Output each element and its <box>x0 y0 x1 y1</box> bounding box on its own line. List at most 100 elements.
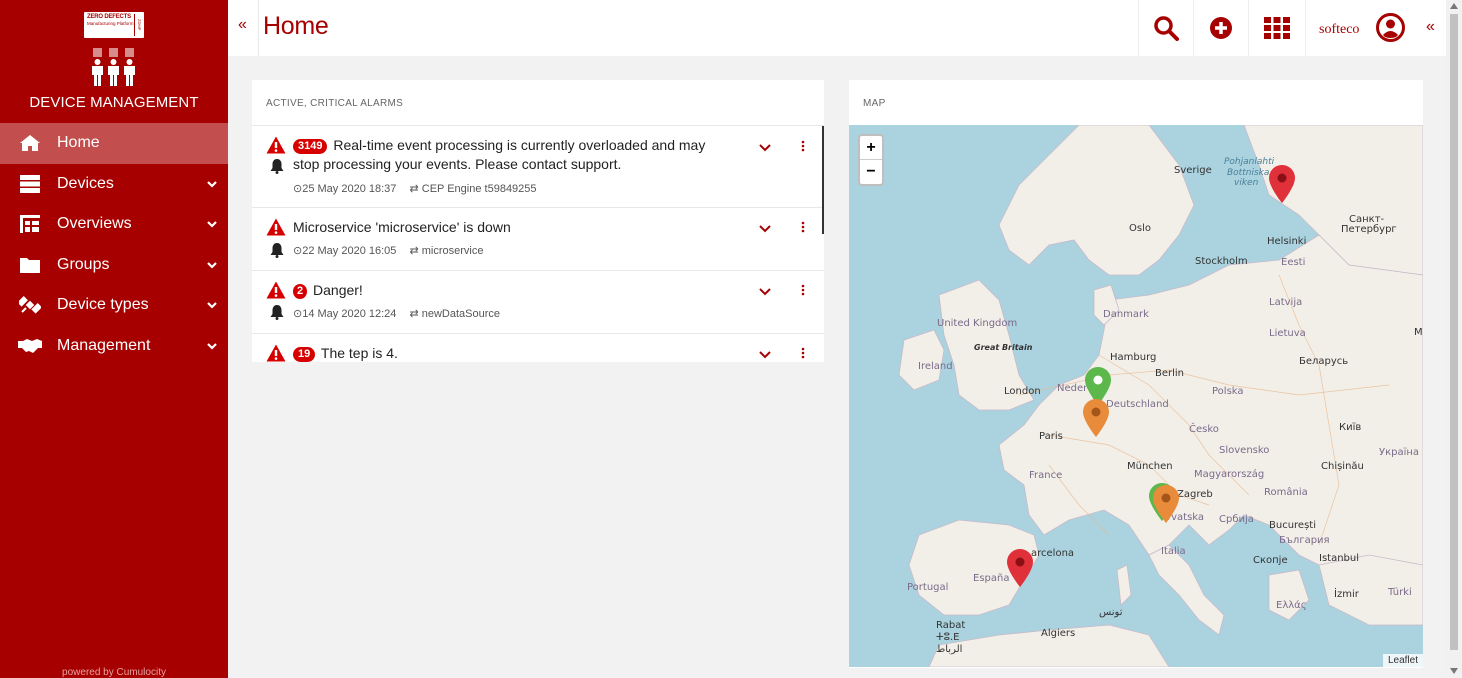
map-label-deutschland: Deutschland <box>1106 399 1169 410</box>
map-label-kyiv: Київ <box>1339 422 1362 433</box>
alarm-source[interactable]: microservice <box>422 245 484 257</box>
chevron-down-icon[interactable] <box>758 348 772 362</box>
powered-by-text: powered by Cumulocity <box>62 667 166 678</box>
more-vertical-icon[interactable] <box>801 140 805 152</box>
scrollbar-thumb[interactable] <box>1450 14 1458 650</box>
sidebar-item-label: Overviews <box>57 215 132 233</box>
sidebar-nav: Home Devices Overviews Groups Device typ… <box>0 123 228 366</box>
user-circle-icon[interactable] <box>1376 13 1405 42</box>
search-button[interactable] <box>1138 0 1193 56</box>
zoom-out-button[interactable]: − <box>860 160 882 184</box>
sidebar-item-home[interactable]: Home <box>0 123 228 164</box>
orange-map-marker[interactable] <box>1083 399 1109 437</box>
sidebar-item-device-types[interactable]: Device types <box>0 285 228 326</box>
zdmp-logo: ZERO DEFECTS Manufacturing Platform ZDMP <box>84 12 144 38</box>
alarm-list: 3149 Real-time event processing is curre… <box>252 125 824 362</box>
page-scrollbar[interactable] <box>1446 0 1462 678</box>
sidebar-item-label: Devices <box>57 174 114 192</box>
logo-side-text: ZDMP <box>134 14 142 36</box>
map-widget: MAP + − Sverige Pohjanlahti Bottniska vi… <box>849 80 1423 668</box>
map-label-great-britain: Great Britain <box>974 343 1033 352</box>
home-icon <box>18 133 42 153</box>
more-vertical-icon[interactable] <box>801 284 805 296</box>
alarm-message: Microservice 'microservice' is down <box>293 219 511 235</box>
map-label-lietuva: Lietuva <box>1269 328 1306 339</box>
chevron-down-icon[interactable] <box>758 222 772 236</box>
alarms-widget-title: ACTIVE, CRITICAL ALARMS <box>266 98 404 109</box>
top-bar: « Home softeco « <box>228 0 1446 56</box>
alarm-item[interactable]: 3149 Real-time event processing is curre… <box>252 125 824 207</box>
leaflet-attribution[interactable]: Leaflet <box>1382 654 1423 667</box>
map-label-sverige: Sverige <box>1174 165 1212 176</box>
warning-triangle-icon <box>266 281 286 299</box>
alarm-meta: ⊙25 May 2020 18:37 ⇄ CEP Engine t5984925… <box>293 182 537 195</box>
sidebar-item-management[interactable]: Management <box>0 326 228 367</box>
alarm-time: 22 May 2020 16:05 <box>302 245 397 257</box>
chevron-down-icon[interactable] <box>758 285 772 299</box>
alarm-source[interactable]: newDataSource <box>422 308 500 320</box>
logo-line2: Manufacturing Platform <box>87 21 134 26</box>
sidebar-item-devices[interactable]: Devices <box>0 164 228 205</box>
map-label-stockholm: Stockholm <box>1195 256 1248 267</box>
map-label-viken: viken <box>1234 178 1259 188</box>
orange-map-marker[interactable] <box>1153 485 1179 523</box>
map-label-pohjanlahti: Pohjanlahti <box>1224 157 1275 167</box>
apps-grid-icon <box>1264 17 1290 39</box>
sidebar-item-overviews[interactable]: Overviews <box>0 204 228 245</box>
chevron-down-icon <box>207 342 217 350</box>
map-label-algiers: Algiers <box>1041 628 1076 639</box>
overviews-icon <box>18 214 42 234</box>
chevron-down-icon[interactable] <box>758 141 772 155</box>
alarm-item[interactable]: 2 Danger! ⊙14 May 2020 12:24 ⇄ newDataSo… <box>252 270 824 333</box>
scroll-down-arrow-icon[interactable] <box>1450 668 1458 674</box>
zoom-in-button[interactable]: + <box>860 136 882 160</box>
alarm-text: Microservice 'microservice' is down <box>293 218 733 237</box>
map-label-helsinki: Helsinki <box>1267 236 1307 247</box>
alarm-text: 19 The tep is 4. <box>293 344 733 362</box>
alarms-widget: ACTIVE, CRITICAL ALARMS 3149 Real-time e… <box>252 80 824 362</box>
warning-triangle-icon <box>266 136 286 154</box>
map-label-latvija: Latvija <box>1269 297 1303 308</box>
app-switcher-button[interactable] <box>1248 0 1305 56</box>
map-canvas[interactable]: + − Sverige Pohjanlahti Bottniska viken … <box>849 125 1423 667</box>
more-vertical-icon[interactable] <box>801 347 805 359</box>
map-label-oslo: Oslo <box>1129 223 1151 234</box>
more-vertical-icon[interactable] <box>801 221 805 233</box>
red-map-marker[interactable] <box>1007 549 1033 587</box>
alarm-count-badge: 3149 <box>293 139 328 154</box>
red-map-marker[interactable] <box>1269 165 1295 203</box>
device-figures-logo <box>92 48 135 86</box>
sidebar-item-label: Home <box>57 134 100 152</box>
map-label-ireland: Ireland <box>918 361 953 372</box>
scroll-up-arrow-icon[interactable] <box>1450 3 1458 9</box>
alarm-source[interactable]: CEP Engine t59849255 <box>422 183 537 195</box>
map-label-hamburg: Hamburg <box>1110 352 1157 363</box>
sidebar-item-groups[interactable]: Groups <box>0 245 228 286</box>
alarm-text: 2 Danger! <box>293 281 733 300</box>
folder-icon <box>18 255 42 275</box>
alarm-list-scrollbar[interactable] <box>822 126 824 234</box>
map-label-danmark: Danmark <box>1103 309 1149 320</box>
bell-icon <box>270 243 284 258</box>
add-button[interactable] <box>1193 0 1248 56</box>
search-icon <box>1154 16 1179 41</box>
map-label-france: France <box>1029 470 1063 481</box>
app-title: DEVICE MANAGEMENT <box>29 94 199 111</box>
alarm-item[interactable]: 19 The tep is 4. <box>252 333 824 362</box>
alarm-message: Danger! <box>313 282 363 298</box>
exchange-icon: ⇄ <box>409 245 419 257</box>
map-label-munchen: München <box>1127 461 1173 472</box>
clock-icon: ⊙ <box>293 183 303 195</box>
map-label-belarus: Беларусь <box>1299 356 1349 367</box>
warning-triangle-icon <box>266 344 286 362</box>
header-divider <box>258 0 259 56</box>
collapse-right-panel-button[interactable]: « <box>1426 18 1435 36</box>
satellite-icon <box>18 295 42 315</box>
alarm-meta: ⊙22 May 2020 16:05 ⇄ microservice <box>293 244 483 257</box>
alarm-item[interactable]: Microservice 'microservice' is down ⊙22 … <box>252 207 824 270</box>
bell-icon <box>270 159 284 174</box>
map-label-oe: ⵜⵓ.E <box>936 632 960 643</box>
map-label-srbija: Србија <box>1219 514 1254 525</box>
collapse-sidebar-button[interactable]: « <box>238 16 247 34</box>
map-label-portugal: Portugal <box>907 582 949 593</box>
